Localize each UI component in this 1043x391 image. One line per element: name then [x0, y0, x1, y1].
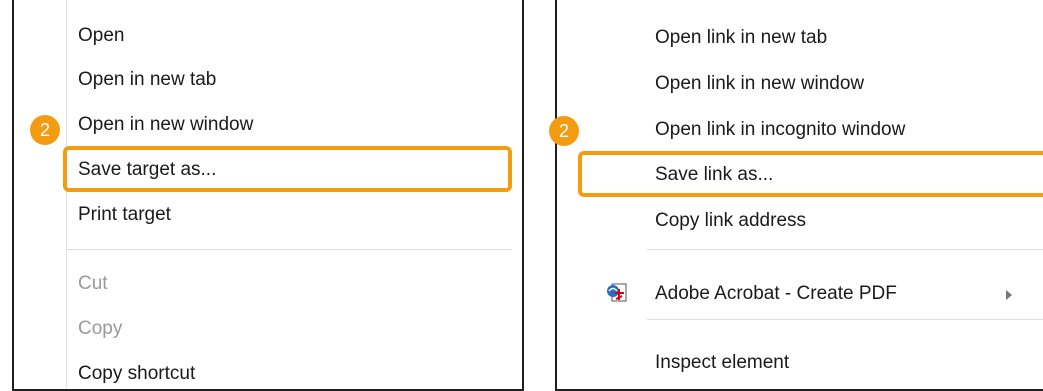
- step-badge-right: 2: [549, 116, 579, 146]
- menu-icon-gutter: [14, 0, 67, 389]
- ie-context-menu: Open Open in new tab Open in new window …: [12, 0, 524, 391]
- adobe-pdf-icon: [607, 283, 627, 302]
- step-badge-left: 2: [30, 115, 60, 145]
- menu-item-open-in-new-tab[interactable]: Open in new tab: [78, 68, 216, 92]
- menu-item-inspect-element[interactable]: Inspect element: [655, 351, 789, 375]
- menu-item-copy: Copy: [78, 318, 123, 339]
- menu-separator: [647, 319, 1043, 320]
- submenu-arrow-icon: [1006, 290, 1012, 300]
- menu-item-adobe-acrobat-create-pdf[interactable]: Adobe Acrobat - Create PDF: [655, 282, 897, 306]
- menu-item-save-link-as[interactable]: Save link as...: [655, 163, 773, 187]
- menu-item-open[interactable]: Open: [78, 24, 124, 48]
- menu-item-copy-link-address[interactable]: Copy link address: [655, 209, 806, 233]
- menu-item-open-in-new-window[interactable]: Open in new window: [78, 113, 253, 137]
- chrome-context-menu: Open link in new tab Open link in new wi…: [555, 0, 1043, 391]
- menu-item-save-target-as[interactable]: Save target as...: [78, 158, 216, 182]
- menu-item-open-link-in-incognito-window[interactable]: Open link in incognito window: [655, 118, 905, 142]
- menu-item-open-link-in-new-window[interactable]: Open link in new window: [655, 72, 864, 96]
- menu-item-copy-shortcut[interactable]: Copy shortcut: [78, 362, 195, 386]
- menu-separator: [647, 249, 1043, 250]
- menu-item-open-link-in-new-tab[interactable]: Open link in new tab: [655, 26, 827, 50]
- menu-separator: [66, 249, 512, 250]
- menu-item-cut: Cut: [78, 273, 108, 294]
- menu-item-print-target[interactable]: Print target: [78, 203, 171, 227]
